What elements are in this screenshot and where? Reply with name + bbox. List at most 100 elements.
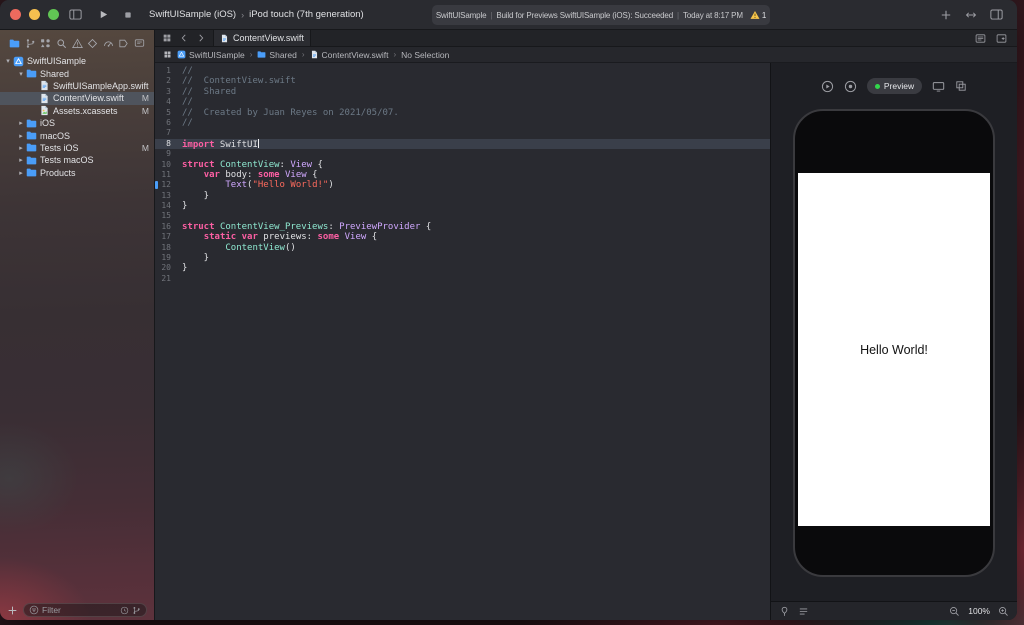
preview-screen[interactable]: Hello World! <box>798 173 990 526</box>
code-line-16[interactable]: 16 struct ContentView_Previews: PreviewPr… <box>155 222 770 232</box>
line-number: 16 <box>161 221 171 231</box>
breadcrumb: SwiftUISample › Shared › ContentView.swift › N… <box>177 50 449 60</box>
code-line-13[interactable]: 13 } <box>155 191 770 201</box>
disclosure-down-icon[interactable]: ▾ <box>3 57 13 65</box>
source-control-filter-icon[interactable] <box>132 606 141 615</box>
disclosure-right-icon[interactable]: ▸ <box>16 169 26 177</box>
line-number: 1 <box>166 66 171 75</box>
activity-view[interactable]: SwiftUISample | Build for Previews Swift… <box>432 5 770 25</box>
navigator-row-tests-ios[interactable]: ▸ Tests iOS M <box>0 142 154 154</box>
preview-on-device-icon[interactable] <box>844 80 857 93</box>
close-window-button[interactable] <box>10 9 21 20</box>
library-plus-icon[interactable] <box>940 9 952 21</box>
zoom-in-icon[interactable] <box>998 606 1009 617</box>
disclosure-down-icon[interactable]: ▾ <box>16 70 26 78</box>
issue-navigator-icon[interactable] <box>71 36 83 48</box>
back-button[interactable] <box>179 33 189 43</box>
scheme-selector[interactable]: SwiftUISample (iOS) › iPod touch (7th ge… <box>149 9 364 20</box>
breadcrumb-item-no-selection[interactable]: No Selection <box>401 50 449 60</box>
live-preview-icon[interactable] <box>821 80 834 93</box>
project-navigator-icon[interactable] <box>9 36 20 47</box>
code-line-6[interactable]: 6 // <box>155 118 770 128</box>
navigator-row-products[interactable]: ▸ Products <box>0 167 154 179</box>
breadcrumb-item-swiftuisample[interactable]: SwiftUISample <box>177 50 245 60</box>
tab-bar: ContentView.swift <box>155 30 1017 47</box>
toggle-navigator-icon[interactable] <box>69 8 82 21</box>
code-line-18[interactable]: 18 ContentView() <box>155 243 770 253</box>
find-navigator-icon[interactable] <box>56 36 67 48</box>
related-items-grid-icon[interactable] <box>162 33 172 43</box>
code-line-10[interactable]: 10 struct ContentView: View { <box>155 160 770 170</box>
code-line-17[interactable]: 17 static var previews: some View { <box>155 232 770 242</box>
preview-inspect-icon[interactable] <box>955 80 967 92</box>
navigator-row-assets-xcassets[interactable]: Assets.xcassets M <box>0 105 154 117</box>
preview-list-icon[interactable] <box>798 606 809 617</box>
test-navigator-icon[interactable] <box>87 36 98 48</box>
source-control-navigator-icon[interactable] <box>25 36 36 48</box>
debug-navigator-icon[interactable] <box>103 36 114 47</box>
breadcrumb-item-shared[interactable]: Shared <box>257 50 297 60</box>
code-line-14[interactable]: 14} <box>155 201 770 211</box>
report-navigator-icon[interactable] <box>134 36 145 47</box>
warnings-indicator[interactable]: 1 <box>750 10 766 20</box>
main-area: ▾ SwiftUISample ▾ Shared SwiftUISampleApp.sw… <box>0 30 1017 620</box>
editor-arrows-icon[interactable] <box>965 9 977 21</box>
navigator-row-shared[interactable]: ▾ Shared <box>0 67 154 79</box>
navigator-row-ios[interactable]: ▸ iOS <box>0 117 154 129</box>
preview-device-frame: Hello World! <box>793 109 995 577</box>
navigator-row-tests-macos[interactable]: ▸ Tests macOS <box>0 154 154 166</box>
minimize-window-button[interactable] <box>29 9 40 20</box>
code-line-2[interactable]: 2 // ContentView.swift <box>155 76 770 86</box>
folder-icon <box>26 142 37 153</box>
line-number: 7 <box>166 128 171 138</box>
navigator-row-swiftuisample[interactable]: ▾ SwiftUISample <box>0 55 154 67</box>
add-file-button[interactable] <box>7 605 18 616</box>
toggle-inspector-icon[interactable] <box>990 8 1003 21</box>
forward-button[interactable] <box>196 33 206 43</box>
pin-preview-icon[interactable] <box>779 606 790 617</box>
navigator-row-contentview-swift[interactable]: ContentView.swift M <box>0 92 154 105</box>
zoom-out-icon[interactable] <box>949 606 960 617</box>
code-line-4[interactable]: 4 // <box>155 97 770 107</box>
code-line-20[interactable]: 20} <box>155 263 770 273</box>
code-editor[interactable]: 1 // 2 // ContentView.swift 3 // Shared 4 // 5 //… <box>155 63 770 620</box>
source-control-status-badge: M <box>141 93 149 104</box>
breadcrumb-item-contentview-swift[interactable]: ContentView.swift <box>310 50 388 60</box>
preview-hello-text: Hello World! <box>860 342 928 357</box>
code-line-19[interactable]: 19 } <box>155 253 770 263</box>
code-line-8[interactable]: 8 import SwiftUI <box>155 138 770 150</box>
code-line-3[interactable]: 3 // Shared <box>155 87 770 97</box>
run-button[interactable] <box>98 9 109 20</box>
filter-placeholder: Filter <box>42 605 61 615</box>
code-line-9[interactable]: 9 <box>155 149 770 159</box>
breakpoint-navigator-icon[interactable] <box>118 36 129 47</box>
editor-options-icon[interactable] <box>975 33 986 44</box>
code-line-5[interactable]: 5 // Created by Juan Reyes on 2021/05/07. <box>155 108 770 118</box>
disclosure-right-icon[interactable]: ▸ <box>16 144 26 152</box>
navigator-row-swiftuisampleapp-swift[interactable]: SwiftUISampleApp.swift <box>0 80 154 92</box>
symbol-navigator-icon[interactable] <box>40 36 51 47</box>
code-text: import SwiftUI <box>182 138 259 150</box>
navigator-row-macos[interactable]: ▸ macOS <box>0 129 154 141</box>
preview-device-icon[interactable] <box>932 80 945 93</box>
related-items-icon[interactable] <box>163 50 172 59</box>
disclosure-right-icon[interactable]: ▸ <box>16 132 26 140</box>
scheme-target[interactable]: SwiftUISample (iOS) <box>149 9 236 20</box>
stop-button[interactable] <box>123 10 133 20</box>
add-editor-icon[interactable] <box>996 33 1007 44</box>
code-line-21[interactable]: 21 <box>155 274 770 284</box>
code-line-11[interactable]: 11 var body: some View { <box>155 170 770 180</box>
code-line-1[interactable]: 1 // <box>155 66 770 76</box>
code-line-15[interactable]: 15 <box>155 211 770 221</box>
editor-pane: ContentView.swift SwiftUISample › Shared › C… <box>155 30 1017 620</box>
disclosure-right-icon[interactable]: ▸ <box>16 119 26 127</box>
code-line-12[interactable]: 12 Text("Hello World!") <box>155 180 770 190</box>
preview-status-pill[interactable]: Preview <box>866 78 923 94</box>
recent-files-icon[interactable] <box>120 606 129 615</box>
zoom-window-button[interactable] <box>48 9 59 20</box>
editor-tab-contentview[interactable]: ContentView.swift <box>213 30 311 46</box>
filter-input[interactable]: Filter <box>23 603 147 617</box>
code-line-7[interactable]: 7 <box>155 128 770 138</box>
run-destination[interactable]: iPod touch (7th generation) <box>249 9 364 20</box>
disclosure-right-icon[interactable]: ▸ <box>16 156 26 164</box>
